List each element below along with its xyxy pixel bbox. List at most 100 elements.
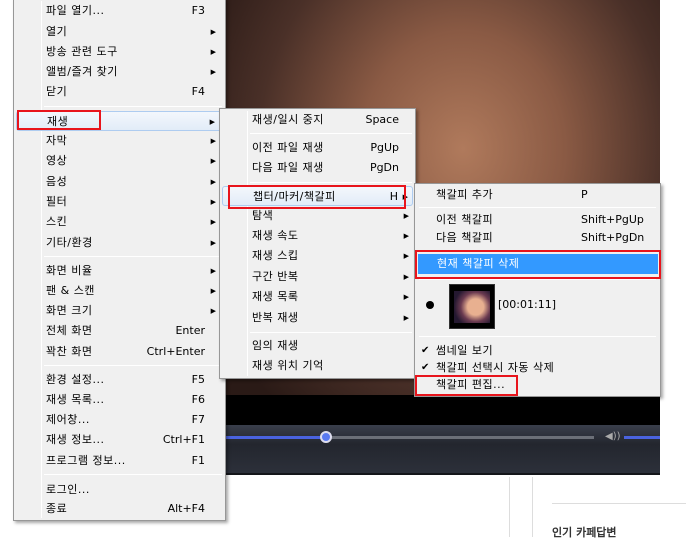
menu-item-재생-속도[interactable]: 재생 속도 ▶ xyxy=(222,226,413,246)
shortcut-label: H xyxy=(389,190,398,203)
menu-item-화면-크기[interactable]: 화면 크기 ▶ xyxy=(16,301,223,321)
menu-item-꽉찬-화면[interactable]: 꽉찬 화면 Ctrl+Enter xyxy=(16,342,223,362)
menu-item-이전-책갈피[interactable]: 이전 책갈피 Shift+PgUp xyxy=(417,210,658,230)
menu-item-재생-정보[interactable]: 재생 정보... Ctrl+F1 xyxy=(16,430,223,450)
menu-item-재생-스킵[interactable]: 재생 스킵 ▶ xyxy=(222,246,413,266)
menu-item-label: 음성 xyxy=(46,175,68,188)
submenu-arrow-icon: ▶ xyxy=(403,252,409,260)
menu-item-이전-파일-재생[interactable]: 이전 파일 재생 PgUp xyxy=(222,138,413,158)
menu-item-label: 전체 화면 xyxy=(46,324,93,337)
seek-knob[interactable] xyxy=(320,431,333,443)
menu-item-화면-비율[interactable]: 화면 비율 ▶ xyxy=(16,261,223,281)
menu-separator xyxy=(250,182,412,183)
bookmark-timestamp[interactable]: [00:01:11] xyxy=(498,298,556,311)
menu-item-재생-목록[interactable]: 재생 목록... F6 xyxy=(16,390,223,410)
menu-item-label: 재생 속도 xyxy=(252,229,299,242)
popular-cafe-answers-heading: 인기 카페답변 xyxy=(552,526,617,539)
menu-item-label: 제어창... xyxy=(46,413,90,426)
menu-item-label: 이전 책갈피 xyxy=(436,213,494,226)
seek-bar[interactable] xyxy=(222,436,594,439)
menu-item-label: 책갈피 추가 xyxy=(436,188,494,201)
volume-slider[interactable] xyxy=(624,436,660,439)
menu-item-자막[interactable]: 자막 ▶ xyxy=(16,131,223,151)
menu-item-종료[interactable]: 종료 Alt+F4 xyxy=(16,499,223,519)
menu-item-재생-일시-중지[interactable]: 재생/일시 중지 Space xyxy=(222,110,413,130)
volume-icon[interactable]: ◀)) xyxy=(605,431,621,442)
bullet-icon xyxy=(426,301,434,309)
menu-item-영상[interactable]: 영상 ▶ xyxy=(16,151,223,171)
shortcut-label: Shift+PgUp xyxy=(581,213,644,226)
menu-item-다음-파일-재생[interactable]: 다음 파일 재생 PgDn xyxy=(222,158,413,178)
menu-item-재생-위치-기억[interactable]: 재생 위치 기억 xyxy=(222,356,413,376)
menu-item-반복-재생[interactable]: 반복 재생 ▶ xyxy=(222,308,413,328)
menu-item-스킨[interactable]: 스킨 ▶ xyxy=(16,212,223,232)
menu-item-현재-책갈피-삭제[interactable]: 현재 책갈피 삭제 xyxy=(418,254,658,274)
menu-item-환경-설정[interactable]: 환경 설정... F5 xyxy=(16,370,223,390)
menu-item-파일-열기[interactable]: 파일 열기... F3 xyxy=(16,1,223,21)
submenu-arrow-icon: ▶ xyxy=(210,178,216,186)
menu-item-임의-재생[interactable]: 임의 재생 xyxy=(222,336,413,356)
menu-item-구간-반복[interactable]: 구간 반복 ▶ xyxy=(222,267,413,287)
menu-item-label: 재생 목록 xyxy=(252,290,299,303)
shortcut-label: PgDn xyxy=(369,161,399,174)
submenu-arrow-icon: ▶ xyxy=(209,118,215,126)
menu-item-팬-스캔[interactable]: 팬 & 스캔 ▶ xyxy=(16,281,223,301)
menu-item-닫기[interactable]: 닫기 F4 xyxy=(16,82,223,102)
menu-item-label: 재생 xyxy=(47,115,69,128)
menu-item-앨범-즐겨-찾기[interactable]: 앨범/즐겨 찾기 ▶ xyxy=(16,62,223,82)
menu-item-label: 기타/환경 xyxy=(46,236,93,249)
menu-item-재생[interactable]: 재생 ▶ xyxy=(16,111,223,131)
menu-item-다음-책갈피[interactable]: 다음 책갈피 Shift+PgDn xyxy=(417,228,658,248)
play-submenu: 재생/일시 중지 Space 이전 파일 재생 PgUp 다음 파일 재생 PgDn 챕터/… xyxy=(219,108,416,379)
menu-item-음성[interactable]: 음성 ▶ xyxy=(16,172,223,192)
menu-separator xyxy=(419,279,656,280)
shortcut-label: F3 xyxy=(191,4,205,17)
menu-item-label: 화면 비율 xyxy=(46,264,93,277)
submenu-arrow-icon: ▶ xyxy=(210,68,216,76)
menu-item-탐색[interactable]: 탐색 ▶ xyxy=(222,206,413,226)
shortcut-label: F7 xyxy=(191,413,205,426)
submenu-arrow-icon: ▶ xyxy=(210,267,216,275)
menu-item-label: 닫기 xyxy=(46,85,68,98)
menu-item-로그인[interactable]: 로그인... xyxy=(16,480,223,500)
menu-item-제어창[interactable]: 제어창... F7 xyxy=(16,410,223,430)
menu-separator xyxy=(44,365,222,366)
submenu-arrow-icon: ▶ xyxy=(210,198,216,206)
submenu-arrow-icon: ▶ xyxy=(403,232,409,240)
shortcut-label: Ctrl+F1 xyxy=(162,433,205,446)
menu-item-기타-환경[interactable]: 기타/환경 ▶ xyxy=(16,233,223,253)
shortcut-label: F5 xyxy=(191,373,205,386)
menu-separator xyxy=(250,332,412,333)
menu-item-label: 탐색 xyxy=(252,209,274,222)
menu-item-필터[interactable]: 필터 ▶ xyxy=(16,192,223,212)
bookmark-submenu: [00:01:11] 책갈피 추가 P 이전 책갈피 Shift+PgUp 다음 책갈피… xyxy=(414,183,661,397)
submenu-arrow-icon: ▶ xyxy=(210,239,216,247)
submenu-arrow-icon: ▶ xyxy=(403,314,409,322)
shortcut-label: Space xyxy=(365,113,399,126)
menu-item-책갈피-추가[interactable]: 책갈피 추가 P xyxy=(417,185,658,205)
menu-item-책갈피-편집[interactable]: 책갈피 편집... xyxy=(417,375,658,395)
menu-item-label: 팬 & 스캔 xyxy=(46,284,95,297)
menu-separator xyxy=(419,207,656,208)
submenu-arrow-icon: ▶ xyxy=(210,157,216,165)
menu-item-label: 꽉찬 화면 xyxy=(46,345,93,358)
submenu-arrow-icon: ▶ xyxy=(403,212,409,220)
bookmark-thumbnail[interactable] xyxy=(449,284,495,329)
menu-item-재생-목록[interactable]: 재생 목록 ▶ xyxy=(222,287,413,307)
menu-item-label: 앨범/즐겨 찾기 xyxy=(46,65,118,78)
menu-item-챕터-마커-책갈피[interactable]: 챕터/마커/책갈피 H ▶ xyxy=(222,186,413,206)
web-page-background: 인기 카페답변 xyxy=(222,477,686,539)
submenu-arrow-icon: ▶ xyxy=(210,28,216,36)
menu-item-전체-화면[interactable]: 전체 화면 Enter xyxy=(16,321,223,341)
menu-item-label: 프로그램 정보... xyxy=(46,454,126,467)
menu-item-label: 열기 xyxy=(46,25,68,38)
submenu-arrow-icon: ▶ xyxy=(210,137,216,145)
shortcut-label: F6 xyxy=(191,393,205,406)
menu-item-label: 재생 위치 기억 xyxy=(252,359,324,372)
menu-item-label: 구간 반복 xyxy=(252,270,299,283)
menu-item-프로그램-정보[interactable]: 프로그램 정보... F1 xyxy=(16,451,223,471)
menu-separator xyxy=(44,256,222,257)
menu-item-열기[interactable]: 열기 ▶ xyxy=(16,22,223,42)
menu-item-label: 파일 열기... xyxy=(46,4,105,17)
menu-item-방송-관련-도구[interactable]: 방송 관련 도구 ▶ xyxy=(16,42,223,62)
